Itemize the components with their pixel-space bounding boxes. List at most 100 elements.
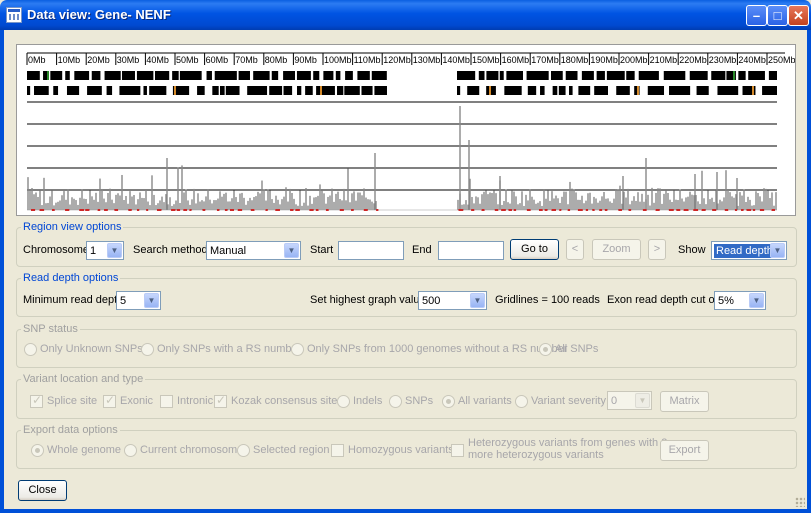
axis-label: 90Mb — [294, 55, 317, 65]
snp-option-1000g[interactable]: Only SNPs from 1000 genomes without a RS… — [307, 341, 567, 357]
title-bar[interactable]: Data view: Gene- NENF – □ ✕ — [0, 0, 811, 30]
gene-block — [711, 71, 726, 80]
read-depth-graph[interactable]: 0Mb 10Mb 20Mb 30Mb 40Mb 50Mb 60Mb 70Mb 80Mb 90Mb 1… — [16, 44, 796, 216]
exon-cutoff-select[interactable]: 5% ▼ — [714, 291, 766, 310]
all-variants-radio[interactable] — [442, 395, 455, 408]
exonic-checkbox[interactable] — [103, 393, 116, 408]
chevron-down-icon[interactable]: ▼ — [107, 243, 122, 258]
gene-block — [53, 86, 59, 95]
gene-block — [283, 86, 293, 95]
axis-label: 160Mb — [502, 55, 530, 65]
gene-block — [478, 71, 485, 80]
axis-label: 120Mb — [383, 55, 411, 65]
minimum-read-depth-select[interactable]: 5 ▼ — [116, 291, 161, 310]
zoom-button[interactable]: Zoom — [592, 239, 641, 260]
kozak-checkbox[interactable] — [214, 393, 227, 408]
chevron-down-icon[interactable]: ▼ — [749, 293, 764, 308]
gene-block — [499, 71, 504, 80]
gene-block — [558, 86, 566, 95]
show-value: Read depth — [714, 244, 775, 258]
indels-radio[interactable] — [337, 395, 350, 408]
chevron-down-icon[interactable]: ▼ — [144, 293, 159, 308]
resize-grip-icon[interactable] — [795, 497, 805, 507]
gene-block — [297, 86, 302, 95]
heterozygous-label-line1: Heterozygous variants from genes with 2 … — [468, 437, 681, 449]
minimum-read-depth-label: Minimum read depth — [23, 294, 124, 306]
snp-option-rs[interactable]: Only SNPs with a RS number — [157, 341, 301, 357]
axis-label: 80Mb — [265, 55, 288, 65]
gene-block — [568, 86, 573, 95]
gene-block — [748, 71, 765, 80]
gene-block — [335, 71, 341, 80]
gene-block — [106, 86, 113, 95]
snp-radio-1000g[interactable] — [291, 343, 304, 356]
highest-graph-value-select[interactable]: 500 ▼ — [418, 291, 487, 310]
show-select[interactable]: Read depth ▼ — [711, 241, 787, 260]
gene-block — [154, 71, 170, 80]
variant-severity-select[interactable]: 0 ▼ — [607, 391, 652, 410]
axis-label: 140Mb — [442, 55, 470, 65]
axis-label: 210Mb — [650, 55, 678, 65]
gene-block — [283, 71, 296, 80]
snp-radio-unknown[interactable] — [24, 343, 37, 356]
axis-label: 10Mb — [58, 55, 81, 65]
axis-label: 230Mb — [709, 55, 737, 65]
gene-block — [27, 71, 40, 80]
variant-severity-radio[interactable] — [515, 395, 528, 408]
end-input[interactable] — [438, 241, 504, 260]
matrix-button[interactable]: Matrix — [660, 391, 709, 412]
gene-block — [247, 86, 268, 95]
axis-label: 220Mb — [679, 55, 707, 65]
heterozygous-checkbox[interactable] — [451, 444, 464, 457]
goto-button[interactable]: Go to — [510, 239, 559, 260]
homozygous-checkbox[interactable] — [331, 444, 344, 457]
gene-block — [663, 71, 686, 80]
snp-option-all[interactable]: All SNPs — [555, 341, 598, 357]
gene-block — [219, 86, 225, 95]
chevron-down-icon[interactable]: ▼ — [635, 393, 650, 408]
axis-label: 250Mb — [768, 55, 795, 65]
gene-block — [486, 71, 499, 80]
maximize-button[interactable]: □ — [767, 5, 788, 26]
snp-radio-all[interactable] — [539, 343, 552, 356]
gene-block — [457, 86, 461, 95]
snps-radio[interactable] — [389, 395, 402, 408]
current-chromosome-label: Current chromosome — [140, 444, 244, 456]
splice-site-checkbox[interactable] — [30, 393, 43, 408]
start-input[interactable] — [338, 241, 404, 260]
close-icon: ✕ — [793, 8, 804, 23]
search-method-select[interactable]: Manual ▼ — [206, 241, 301, 260]
chevron-down-icon[interactable]: ▼ — [470, 293, 485, 308]
gene-block — [225, 86, 240, 95]
gene-block — [27, 86, 31, 95]
next-button[interactable]: > — [648, 239, 666, 260]
gene-block — [616, 86, 630, 95]
selected-region-radio[interactable] — [237, 444, 250, 457]
gene-block — [696, 86, 709, 95]
axis-label: 240Mb — [738, 55, 766, 65]
axis-label: 110Mb — [354, 55, 381, 65]
whole-genome-radio[interactable] — [31, 444, 44, 457]
previous-button[interactable]: < — [566, 239, 584, 260]
axis-label: 60Mb — [206, 55, 229, 65]
search-method-value: Manual — [210, 245, 247, 257]
export-button[interactable]: Export — [660, 440, 709, 461]
genome-plot[interactable]: 0Mb 10Mb 20Mb 30Mb 40Mb 50Mb 60Mb 70Mb 80Mb 90Mb 1… — [17, 45, 795, 215]
exon-cutoff-label: Exon read depth cut off — [607, 294, 721, 306]
snp-option-unknown[interactable]: Only Unknown SNPs — [40, 341, 143, 357]
gene-block — [337, 86, 344, 95]
close-window-button[interactable]: ✕ — [788, 5, 809, 26]
chevron-down-icon[interactable]: ▼ — [284, 243, 299, 258]
gene-block — [552, 86, 558, 95]
minimize-button[interactable]: – — [746, 5, 767, 26]
current-chromosome-radio[interactable] — [124, 444, 137, 457]
intronic-checkbox[interactable] — [160, 395, 173, 408]
axis-label: 40Mb — [146, 55, 169, 65]
chevron-down-icon[interactable]: ▼ — [770, 243, 785, 258]
close-button[interactable]: Close — [18, 480, 67, 501]
gene-block — [345, 71, 353, 80]
chromosome-select[interactable]: 1 ▼ — [86, 241, 124, 260]
heterozygous-label-line2: more heterozygous variants — [468, 449, 604, 461]
homozygous-label: Homozygous variants — [348, 444, 454, 456]
snp-radio-rs[interactable] — [141, 343, 154, 356]
